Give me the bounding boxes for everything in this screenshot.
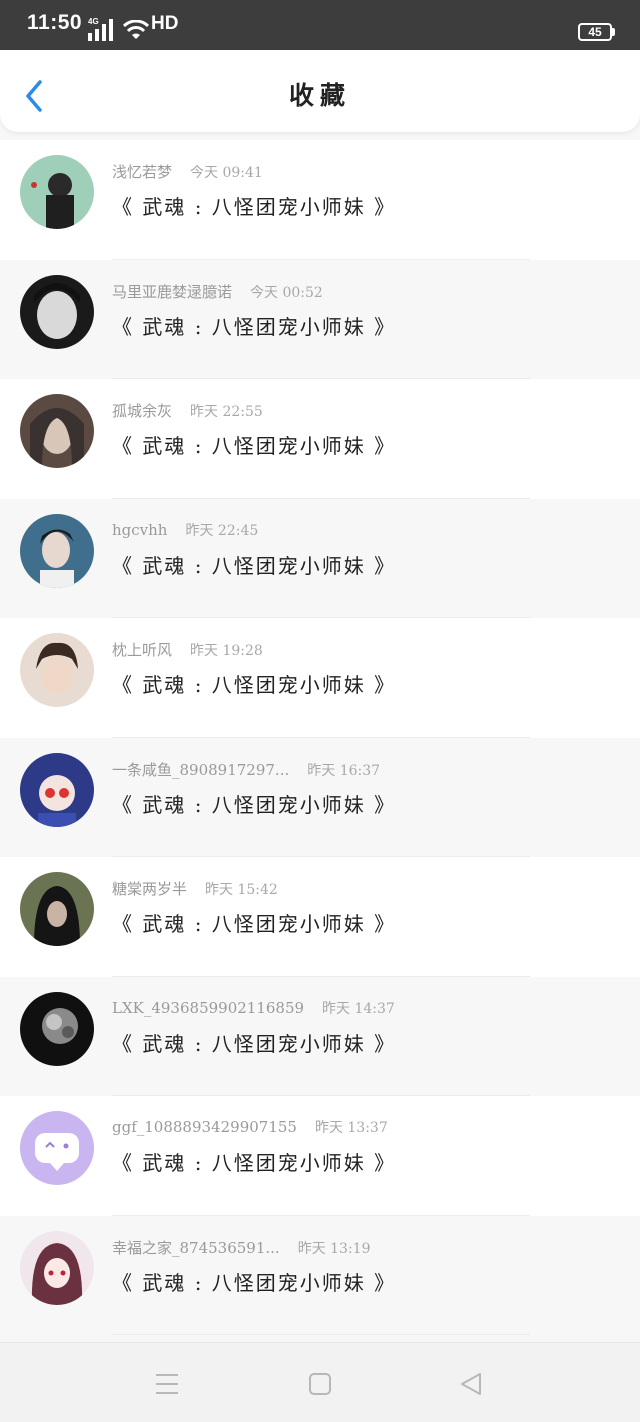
status-time: 11:50 xyxy=(27,11,83,34)
item-meta: hgcvhh 昨天 22:45 xyxy=(112,520,258,540)
post-title[interactable]: 《 武魂 : 八怪团宠小师妹 》 xyxy=(112,1028,396,1057)
avatar[interactable] xyxy=(20,274,94,349)
username[interactable]: 枕上听风 xyxy=(112,641,172,659)
hd-indicator: HD xyxy=(151,13,179,34)
list-item[interactable]: 马里亚鹿婪逯臆诺 今天 00:52 《 武魂 : 八怪团宠小师妹 》 xyxy=(0,259,640,379)
back-triangle-icon[interactable] xyxy=(458,1371,484,1397)
item-meta: 幸福之家_874536591... 昨天 13:19 xyxy=(112,1237,371,1258)
post-title[interactable]: 《 武魂 : 八怪团宠小师妹 》 xyxy=(112,1147,396,1176)
username[interactable]: 一条咸鱼_8908917297... xyxy=(112,761,289,779)
favorites-list: 浅忆若梦 今天 09:41 《 武魂 : 八怪团宠小师妹 》 马里亚鹿婪逯臆诺 今天… xyxy=(0,140,640,1335)
post-title[interactable]: 《 武魂 : 八怪团宠小师妹 》 xyxy=(112,908,396,937)
item-meta: 孤城余灰 昨天 22:55 xyxy=(112,400,263,421)
timestamp: 今天 00:52 xyxy=(250,284,323,301)
username[interactable]: hgcvhh xyxy=(112,521,167,539)
timestamp: 昨天 22:55 xyxy=(190,404,263,420)
post-title[interactable]: 《 武魂 : 八怪团宠小师妹 》 xyxy=(112,191,396,220)
username[interactable]: 浅忆若梦 xyxy=(112,163,172,181)
item-meta: ggf_1088893429907155 昨天 13:37 xyxy=(112,1117,388,1137)
username[interactable]: 马里亚鹿婪逯臆诺 xyxy=(112,283,232,301)
post-title[interactable]: 《 武魂 : 八怪团宠小师妹 》 xyxy=(112,550,396,579)
timestamp: 昨天 19:28 xyxy=(190,643,263,659)
list-item[interactable]: 浅忆若梦 今天 09:41 《 武魂 : 八怪团宠小师妹 》 xyxy=(0,140,640,260)
avatar[interactable] xyxy=(20,991,94,1066)
post-title[interactable]: 《 武魂 : 八怪团宠小师妹 》 xyxy=(112,669,396,698)
list-item[interactable]: LXK_4936859902116859 昨天 14:37 《 武魂 : 八怪团宠… xyxy=(0,976,640,1096)
username[interactable]: 孤城余灰 xyxy=(112,402,172,420)
item-meta: 马里亚鹿婪逯臆诺 今天 00:52 xyxy=(112,281,323,302)
avatar[interactable] xyxy=(20,394,94,468)
avatar[interactable] xyxy=(20,752,94,827)
timestamp: 昨天 15:42 xyxy=(205,882,278,898)
timestamp: 昨天 22:45 xyxy=(185,522,259,539)
avatar[interactable] xyxy=(20,1230,94,1305)
post-title[interactable]: 《 武魂 : 八怪团宠小师妹 》 xyxy=(112,311,396,340)
avatar[interactable] xyxy=(20,633,94,707)
list-item[interactable]: ggf_1088893429907155 昨天 13:37 《 武魂 : 八怪团宠… xyxy=(0,1096,640,1216)
item-meta: 一条咸鱼_8908917297... 昨天 16:37 xyxy=(112,759,380,780)
avatar[interactable] xyxy=(20,513,94,588)
list-item[interactable]: hgcvhh 昨天 22:45 《 武魂 : 八怪团宠小师妹 》 xyxy=(0,498,640,618)
username[interactable]: 幸福之家_874536591... xyxy=(112,1239,280,1257)
battery-level: 45 xyxy=(588,25,602,39)
page-title: 收藏 xyxy=(288,81,351,110)
avatar[interactable] xyxy=(20,155,94,229)
timestamp: 昨天 13:37 xyxy=(314,1120,388,1136)
username[interactable]: ggf_1088893429907155 xyxy=(112,1118,297,1136)
post-title[interactable]: 《 武魂 : 八怪团宠小师妹 》 xyxy=(112,430,396,459)
timestamp: 今天 09:41 xyxy=(190,165,263,181)
avatar[interactable] xyxy=(20,872,94,946)
item-meta: 糖棠两岁半 昨天 15:42 xyxy=(112,878,278,899)
signal-icon xyxy=(88,19,113,41)
item-meta: 浅忆若梦 今天 09:41 xyxy=(112,161,263,182)
list-item[interactable]: 一条咸鱼_8908917297... 昨天 16:37 《 武魂 : 八怪团宠小师… xyxy=(0,737,640,857)
avatar[interactable] xyxy=(20,1111,94,1185)
battery-icon: 45 xyxy=(578,23,612,41)
list-item[interactable]: 枕上听风 昨天 19:28 《 武魂 : 八怪团宠小师妹 》 xyxy=(0,618,640,738)
timestamp: 昨天 16:37 xyxy=(307,762,381,779)
list-item[interactable]: 幸福之家_874536591... 昨天 13:19 《 武魂 : 八怪团宠小师妹… xyxy=(0,1215,640,1335)
post-title[interactable]: 《 武魂 : 八怪团宠小师妹 》 xyxy=(112,789,396,818)
username[interactable]: LXK_4936859902116859 xyxy=(112,999,304,1017)
navigation-bar xyxy=(0,1342,640,1422)
home-square-icon[interactable] xyxy=(307,1371,333,1397)
list-item[interactable]: 孤城余灰 昨天 22:55 《 武魂 : 八怪团宠小师妹 》 xyxy=(0,379,640,499)
item-meta: 枕上听风 昨天 19:28 xyxy=(112,639,263,660)
item-meta: LXK_4936859902116859 昨天 14:37 xyxy=(112,998,395,1018)
wifi-icon xyxy=(123,20,149,39)
timestamp: 昨天 14:37 xyxy=(322,1000,395,1017)
divider xyxy=(112,1334,530,1335)
menu-icon[interactable] xyxy=(154,1371,180,1397)
post-title[interactable]: 《 武魂 : 八怪团宠小师妹 》 xyxy=(112,1267,396,1296)
header: 收藏 xyxy=(0,50,640,132)
timestamp: 昨天 13:19 xyxy=(297,1240,371,1257)
list-item[interactable]: 糖棠两岁半 昨天 15:42 《 武魂 : 八怪团宠小师妹 》 xyxy=(0,857,640,977)
status-bar: 11:50 4G HD 45 xyxy=(0,0,640,50)
username[interactable]: 糖棠两岁半 xyxy=(112,880,187,898)
battery-tip xyxy=(612,28,615,36)
